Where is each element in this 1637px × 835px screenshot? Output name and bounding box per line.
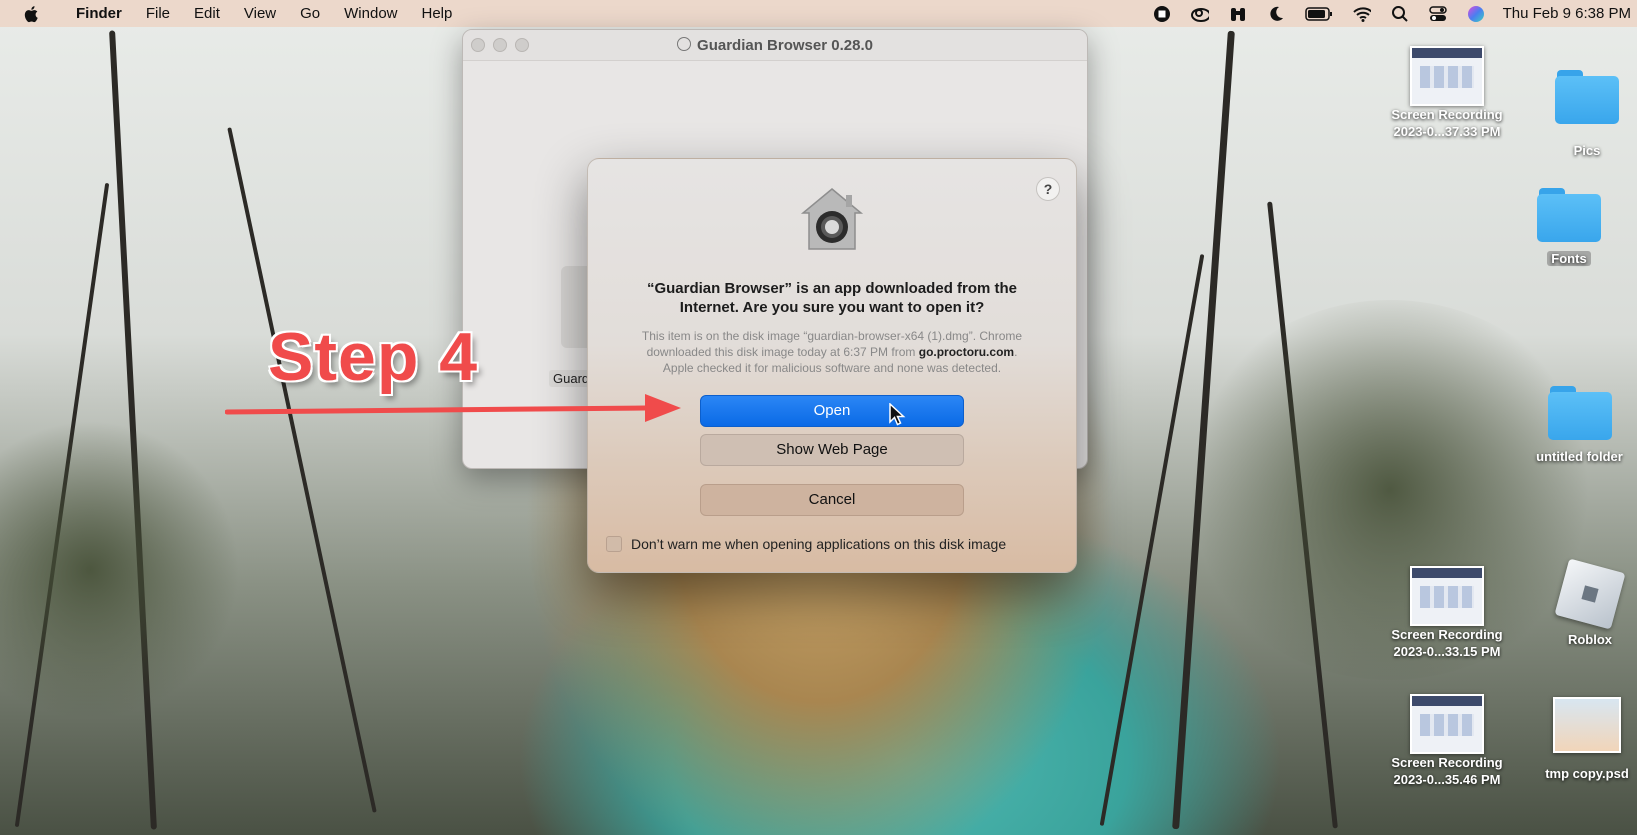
icon-sublabel: 2023-0...33.15 PM	[1393, 644, 1501, 659]
step-annotation: Step 4	[268, 319, 479, 395]
menu-clock[interactable]: Thu Feb 9 6:38 PM	[1503, 5, 1631, 22]
info-domain: go.proctoru.com	[918, 345, 1015, 359]
menu-go[interactable]: Go	[288, 5, 332, 22]
icon-label: tmp copy.psd	[1545, 766, 1629, 781]
info-line-2-text: downloaded this disk image today at 6:37…	[646, 345, 919, 359]
search-icon[interactable]	[1391, 5, 1409, 23]
icon-sublabel: 2023-0...35.46 PM	[1393, 772, 1501, 787]
binoculars-icon[interactable]	[1229, 5, 1247, 23]
menu-file[interactable]: File	[134, 5, 182, 22]
icon-sublabel: 2023-0...37.33 PM	[1393, 124, 1501, 139]
desktop-folder-fonts[interactable]: Fonts	[1509, 188, 1629, 267]
icon-label: Fonts	[1547, 251, 1591, 266]
icon-label: Screen Recording	[1391, 627, 1503, 642]
video-thumbnail-icon	[1410, 566, 1484, 626]
menu-bar: Finder File Edit View Go Window Help Thu…	[0, 0, 1637, 27]
moon-icon[interactable]	[1267, 5, 1285, 23]
folder-icon	[1537, 188, 1601, 242]
dont-warn-checkbox[interactable]	[606, 536, 622, 552]
desktop-screen-recording-3[interactable]: Screen Recording 2023-0...35.46 PM	[1372, 694, 1522, 788]
cancel-button[interactable]: Cancel	[700, 484, 964, 516]
folder-icon	[1547, 386, 1612, 440]
dont-warn-label[interactable]: Don’t warn me when opening applications …	[631, 536, 1006, 552]
desktop-screen-recording-2[interactable]: Screen Recording 2023-0...33.15 PM	[1372, 566, 1522, 660]
roblox-icon	[1554, 558, 1626, 630]
info-line-1: This item is on the disk image “guardian…	[641, 329, 1023, 343]
dialog-heading: “Guardian Browser” is an app downloaded …	[646, 280, 1018, 316]
menu-help[interactable]: Help	[410, 5, 465, 22]
icon-label: untitled folder	[1536, 449, 1623, 464]
window-titlebar: Guardian Browser 0.28.0	[463, 30, 1087, 61]
show-web-page-button[interactable]: Show Web Page	[700, 434, 964, 466]
gatekeeper-icon	[800, 188, 864, 250]
wifi-icon[interactable]	[1352, 5, 1371, 23]
desktop-folder-untitled[interactable]: untitled folder	[1522, 386, 1637, 465]
creative-cloud-icon[interactable]	[1190, 5, 1209, 23]
icon-label: Roblox	[1567, 632, 1613, 647]
info-line-2: downloaded this disk image today at 6:37…	[608, 344, 1056, 360]
video-thumbnail-icon	[1410, 694, 1484, 754]
stop-record-icon[interactable]	[1153, 5, 1171, 23]
info-line-2-end: .	[1014, 345, 1018, 359]
window-title: Guardian Browser 0.28.0	[697, 36, 873, 54]
control-center-icon[interactable]	[1428, 5, 1447, 23]
desktop-tmp-copy-psd[interactable]: tmp copy.psd	[1537, 697, 1637, 782]
apple-menu-icon[interactable]	[22, 4, 42, 24]
folder-icon	[1555, 70, 1619, 124]
icon-label: Pics	[1573, 143, 1601, 158]
image-thumbnail-icon	[1553, 697, 1621, 753]
mouse-cursor-icon	[889, 403, 906, 426]
icon-label: Screen Recording	[1391, 755, 1503, 770]
menu-view[interactable]: View	[232, 5, 288, 22]
red-arrow-icon	[225, 394, 681, 422]
siri-icon[interactable]	[1467, 5, 1485, 23]
dont-warn-row[interactable]: Don’t warn me when opening applications …	[606, 536, 1006, 552]
desktop-folder-pics[interactable]: Pics	[1537, 70, 1637, 159]
desktop-screen-recording-1[interactable]: Screen Recording 2023-0...37.33 PM	[1372, 46, 1522, 140]
menu-app-name[interactable]: Finder	[64, 5, 134, 22]
menu-edit[interactable]: Edit	[182, 5, 232, 22]
menu-window[interactable]: Window	[332, 5, 409, 22]
info-line-3: Apple checked it for malicious software …	[662, 361, 1002, 375]
desktop-roblox[interactable]: Roblox	[1545, 558, 1635, 648]
video-thumbnail-icon	[1410, 46, 1484, 106]
icon-label: Screen Recording	[1391, 107, 1503, 122]
gatekeeper-dialog: ? “Guardian Browser” is an app downloade…	[587, 158, 1077, 573]
help-button[interactable]: ?	[1036, 177, 1060, 201]
dialog-info: This item is on the disk image “guardian…	[608, 328, 1056, 376]
open-button[interactable]: Open	[700, 395, 964, 427]
battery-icon[interactable]	[1304, 5, 1333, 23]
disk-image-icon	[677, 36, 692, 51]
